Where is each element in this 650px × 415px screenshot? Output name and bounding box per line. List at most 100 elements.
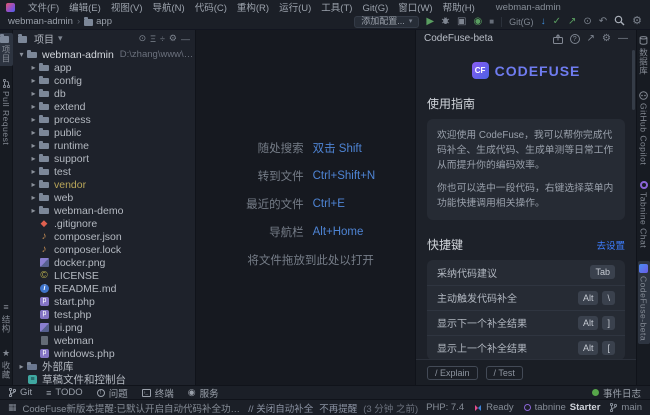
toolstrip-copilot[interactable]: GitHub Copilot	[638, 88, 650, 168]
disable-autocomplete-link[interactable]: // 关闭自动补全	[248, 401, 313, 415]
tree-chevron-icon[interactable]: ▸	[29, 128, 38, 137]
tree-row[interactable]: ▸extend	[13, 100, 195, 113]
tabnine-plan[interactable]: tabnine Starter	[524, 402, 601, 413]
tree-row[interactable]: webman	[13, 334, 195, 347]
expand-all-icon[interactable]: Ξ	[150, 34, 156, 44]
tree-row[interactable]: README.md	[13, 282, 195, 295]
toolwindow-switcher-icon[interactable]: ▦	[8, 402, 17, 413]
toolwindow-terminal[interactable]: ›_终端	[142, 386, 174, 400]
hide-panel-icon[interactable]: —	[181, 34, 190, 44]
menu-item[interactable]: 运行(U)	[274, 3, 316, 14]
toolwindow-git-branch[interactable]: Git	[9, 387, 32, 398]
tree-row[interactable]: ui.png	[13, 321, 195, 334]
tree-row[interactable]: windows.php	[13, 347, 195, 360]
tree-chevron-icon[interactable]: ▸	[29, 141, 38, 150]
search-everywhere-icon[interactable]	[614, 15, 625, 29]
hide-codefuse-icon[interactable]: —	[618, 34, 628, 44]
toolwindow-event-log[interactable]: 事件日志	[592, 386, 641, 400]
chevron-down-icon[interactable]: ▾	[58, 33, 63, 44]
project-view-title[interactable]: 项目	[34, 31, 54, 46]
menu-item[interactable]: 代码(C)	[190, 3, 232, 14]
profiler-button[interactable]: ◉	[473, 17, 482, 27]
tree-row[interactable]: docker.png	[13, 256, 195, 269]
menu-item[interactable]: 导航(N)	[147, 3, 189, 14]
tree-row[interactable]: ◆.gitignore	[13, 217, 195, 230]
coverage-button[interactable]: ▣	[457, 17, 466, 27]
tree-chevron-icon[interactable]: ▸	[29, 89, 38, 98]
toolstrip-structure[interactable]: ≡ 结构	[0, 300, 13, 336]
toolwindow-services[interactable]: ◉服务	[188, 386, 219, 400]
menu-item[interactable]: 视图(V)	[106, 3, 148, 14]
menu-item[interactable]: 重构(R)	[232, 3, 274, 14]
tree-chevron-icon[interactable]: ▾	[17, 50, 26, 59]
run-button[interactable]: ▶	[426, 17, 434, 27]
menu-item[interactable]: 文件(F)	[23, 3, 64, 14]
tree-row[interactable]: ▸test	[13, 165, 195, 178]
toolwindow-problems[interactable]: !问题	[97, 386, 128, 400]
tabnine-ready-status[interactable]: Ready	[474, 402, 513, 413]
tree-row[interactable]: ▸webman-demo	[13, 204, 195, 217]
tree-row[interactable]: ▾webman-adminD:\zhang\www\webman-adm	[13, 48, 195, 61]
tree-row[interactable]: ▸process	[13, 113, 195, 126]
tree-row[interactable]: ▸app	[13, 61, 195, 74]
dismiss-link[interactable]: 不再提醒	[319, 401, 357, 415]
help-icon[interactable]: ?	[570, 34, 580, 44]
tree-chevron-icon[interactable]: ▸	[29, 167, 38, 176]
tree-row[interactable]: ©LICENSE	[13, 269, 195, 282]
git-update-icon[interactable]: ↓	[541, 17, 546, 27]
panel-scrollbar[interactable]	[632, 50, 635, 110]
toolstrip-project[interactable]: 项目	[0, 33, 13, 66]
tree-row[interactable]: ▸runtime	[13, 139, 195, 152]
command-chip[interactable]: / Explain	[427, 366, 478, 380]
tree-row[interactable]: ▸web	[13, 191, 195, 204]
tree-chevron-icon[interactable]: ▸	[29, 193, 38, 202]
toolstrip-database[interactable]: 数据库	[637, 33, 650, 78]
run-configuration-select[interactable]: 添加配置...▾	[354, 16, 419, 28]
git-history-icon[interactable]: ⊙	[583, 17, 591, 27]
locate-file-icon[interactable]: ⊙	[139, 33, 147, 44]
git-branch-widget[interactable]: main	[610, 402, 642, 413]
panel-gear-icon[interactable]: ⚙	[602, 34, 611, 44]
go-to-settings-link[interactable]: 去设置	[596, 238, 625, 252]
share-icon[interactable]	[553, 34, 563, 44]
git-rollback-icon[interactable]: ↶	[599, 17, 607, 27]
toolwindow-todo[interactable]: ≡TODO	[46, 387, 83, 398]
panel-settings-icon[interactable]: ⚙	[169, 33, 177, 44]
collapse-all-icon[interactable]: ÷	[160, 34, 165, 44]
menu-item[interactable]: 编辑(E)	[64, 3, 106, 14]
settings-gear-icon[interactable]: ⚙	[632, 16, 642, 27]
tree-row[interactable]: ▸public	[13, 126, 195, 139]
tree-row[interactable]: start.php	[13, 295, 195, 308]
tree-chevron-icon[interactable]: ▸	[29, 115, 38, 124]
menu-item[interactable]: 窗口(W)	[393, 3, 437, 14]
menu-item[interactable]: Git(G)	[357, 3, 393, 14]
tree-chevron-icon[interactable]: ▸	[29, 206, 38, 215]
tree-row[interactable]: ▸vendor	[13, 178, 195, 191]
menu-item[interactable]: 工具(T)	[316, 3, 357, 14]
breadcrumb-project[interactable]: webman-admin	[8, 16, 73, 27]
git-commit-icon[interactable]: ✓	[553, 17, 561, 27]
toolstrip-codefuse[interactable]: CodeFuse-beta	[638, 261, 650, 344]
tree-row[interactable]: ▸support	[13, 152, 195, 165]
git-menu-label[interactable]: Git(G)	[509, 17, 534, 27]
php-version[interactable]: PHP: 7.4	[426, 402, 464, 413]
tree-chevron-icon[interactable]: ▸	[29, 63, 38, 72]
command-chip[interactable]: / Test	[486, 366, 523, 380]
tree-chevron-icon[interactable]: ▸	[29, 102, 38, 111]
tree-row[interactable]: 草稿文件和控制台	[13, 373, 195, 385]
tree-row[interactable]: ♪composer.lock	[13, 243, 195, 256]
toolstrip-pull-request[interactable]: Pull Request	[0, 76, 12, 148]
tree-chevron-icon[interactable]: ▸	[29, 154, 38, 163]
toolstrip-favorites[interactable]: ★ 收藏	[0, 346, 13, 382]
tree-chevron-icon[interactable]: ▸	[29, 76, 38, 85]
tree-row[interactable]: test.php	[13, 308, 195, 321]
breadcrumb-folder[interactable]: app	[96, 16, 112, 27]
debug-button[interactable]	[441, 16, 450, 28]
tree-chevron-icon[interactable]: ▸	[17, 362, 26, 371]
tree-row[interactable]: ▸config	[13, 74, 195, 87]
tree-row[interactable]: ♪composer.json	[13, 230, 195, 243]
tree-row[interactable]: ▸db	[13, 87, 195, 100]
toolstrip-tabnine[interactable]: Tabnine Chat	[638, 178, 650, 251]
open-in-browser-icon[interactable]: ↗	[587, 34, 595, 44]
git-push-icon[interactable]: ↗	[568, 17, 576, 27]
